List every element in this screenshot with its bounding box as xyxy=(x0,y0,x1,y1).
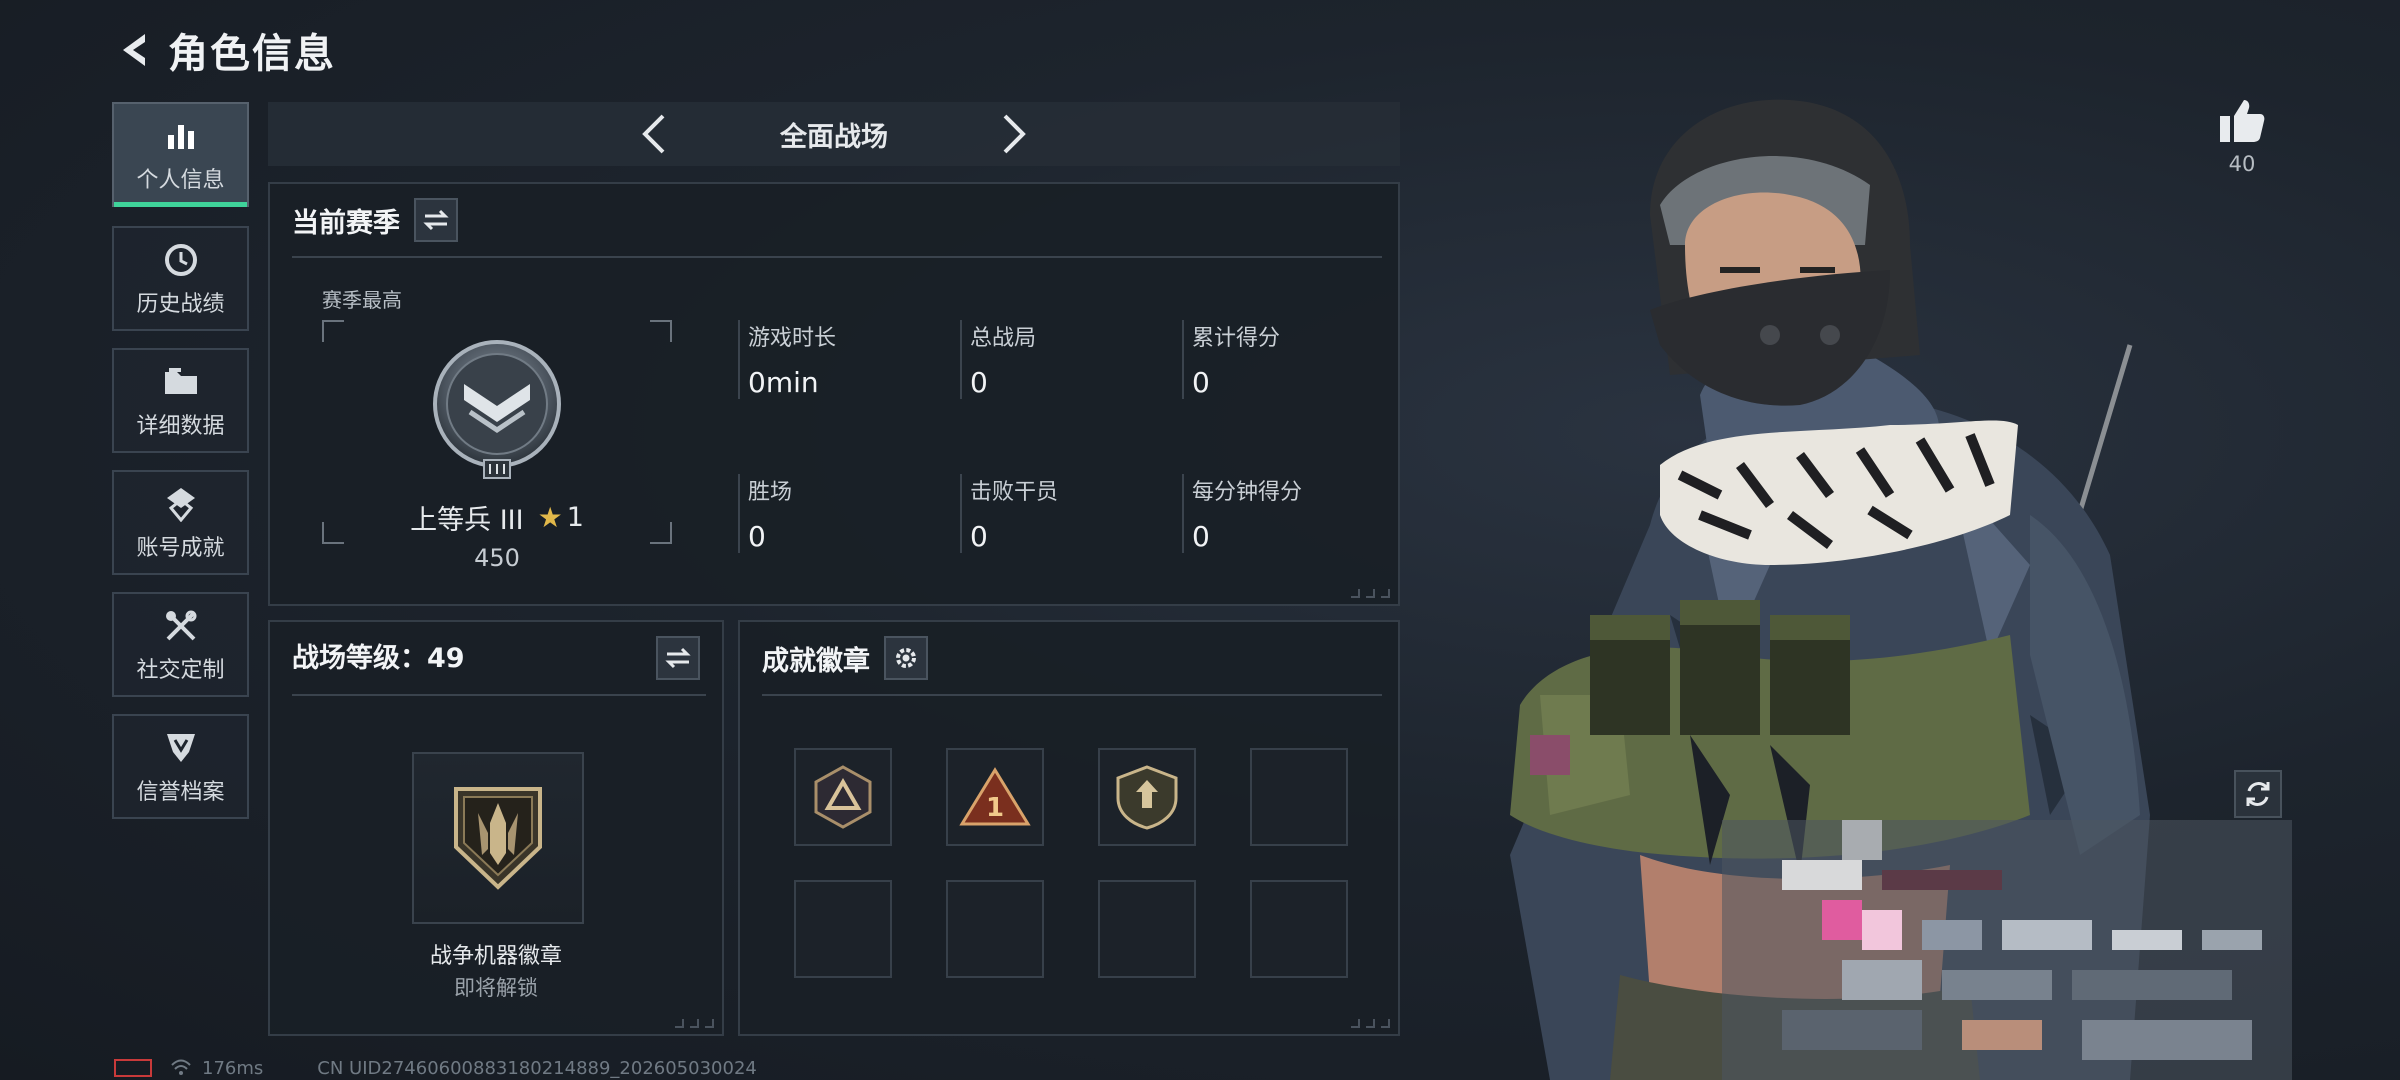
thumbs-up-icon[interactable] xyxy=(2218,98,2266,144)
status-footer: 176ms CN UID27460600883180214889_2026050… xyxy=(114,1056,757,1080)
like-count: 40 xyxy=(2228,152,2256,176)
gear-icon xyxy=(896,648,916,668)
bar-chart-icon xyxy=(161,116,201,156)
stat-score-per-minute: 每分钟得分 0 xyxy=(1182,474,1382,553)
rank-box: 上等兵 III ★ 1 xyxy=(322,320,672,544)
sidebar-item-social[interactable]: 社交定制 xyxy=(112,592,249,697)
war-machine-badge-card[interactable] xyxy=(412,752,584,924)
page-title: 角色信息 xyxy=(168,31,336,77)
war-machine-badge-icon xyxy=(454,787,542,890)
next-mode-button[interactable] xyxy=(984,104,1044,164)
swap-icon xyxy=(423,209,449,231)
stat-play-time: 游戏时长 0min xyxy=(738,320,938,399)
sidebar-item-label: 个人信息 xyxy=(136,167,225,193)
sidebar-item-label: 信誉档案 xyxy=(136,779,225,805)
sidebar-item-label: 社交定制 xyxy=(136,657,225,683)
sidebar-item-label: 详细数据 xyxy=(136,413,225,439)
badge-name: 战争机器徽章 xyxy=(429,944,562,969)
star-icon: ★ xyxy=(537,501,563,534)
rank-star-count: 1 xyxy=(566,502,584,533)
badge-number-one-icon: 1 xyxy=(959,767,1031,826)
level-switch-button[interactable] xyxy=(656,636,700,680)
pixelated-overlay xyxy=(1722,820,2292,1080)
achievement-slot-empty[interactable] xyxy=(946,880,1044,978)
badge-triangle-icon xyxy=(814,765,872,829)
sidebar-item-history[interactable]: 历史战绩 xyxy=(112,226,249,331)
stat-total-score: 累计得分 0 xyxy=(1182,320,1382,399)
svg-text:1: 1 xyxy=(986,793,1004,823)
folder-icon xyxy=(161,362,201,402)
mode-switcher: 全面战场 xyxy=(268,102,1400,166)
badge-status: 即将解锁 xyxy=(454,976,538,1000)
divider xyxy=(292,694,706,696)
history-clock-icon xyxy=(161,240,201,280)
tools-icon xyxy=(161,606,201,646)
refresh-icon xyxy=(2246,782,2270,806)
rank-name: 上等兵 III xyxy=(410,505,524,536)
achievement-slot[interactable] xyxy=(794,748,892,846)
uid-text: CN UID27460600883180214889_202605030024 xyxy=(317,1057,757,1079)
chevron-right-icon xyxy=(1003,114,1026,154)
achievement-slot[interactable]: 1 xyxy=(946,748,1044,846)
rotate-view-button[interactable] xyxy=(2234,770,2282,818)
swap-icon xyxy=(665,647,691,669)
like-group: 40 xyxy=(2212,98,2272,176)
badge-shield-icon xyxy=(1116,765,1178,830)
season-switch-button[interactable] xyxy=(414,198,458,242)
header: 角色信息 xyxy=(110,20,336,80)
sidebar-item-label: 账号成就 xyxy=(136,535,225,561)
achievement-slot-empty[interactable] xyxy=(1098,880,1196,978)
achievement-icon xyxy=(161,484,201,524)
rank-emblem-icon xyxy=(433,340,561,479)
sidebar-item-personal-info[interactable]: 个人信息 xyxy=(112,102,249,207)
rank-score: 450 xyxy=(474,544,520,572)
achievements-settings-button[interactable] xyxy=(884,636,928,680)
mode-title: 全面战场 xyxy=(780,121,888,153)
sidebar-item-detail-data[interactable]: 详细数据 xyxy=(112,348,249,453)
shield-icon xyxy=(161,728,201,768)
back-arrow-icon xyxy=(123,34,145,66)
achievement-slot[interactable] xyxy=(1098,748,1196,846)
stat-wins: 胜场 0 xyxy=(738,474,938,553)
achievements-title: 成就徽章 xyxy=(762,645,870,677)
wifi-icon xyxy=(171,1059,191,1075)
sidebar-item-reputation[interactable]: 信誉档案 xyxy=(112,714,249,819)
rank-name-row: 上等兵 III ★ 1 xyxy=(322,498,672,537)
achievement-badges-panel: 成就徽章 1 xyxy=(738,620,1400,1036)
sidebar-item-label: 历史战绩 xyxy=(136,291,225,317)
ping-value: 176ms xyxy=(202,1057,264,1079)
level-title: 战场等级：49 xyxy=(292,643,465,674)
season-panel: 当前赛季 赛季最高 上等兵 III ★ 1 450 游戏时长 0min 总战局 0 xyxy=(268,182,1400,606)
season-best-label: 赛季最高 xyxy=(322,288,402,312)
back-button[interactable] xyxy=(110,25,160,75)
achievement-slot-empty[interactable] xyxy=(1250,748,1348,846)
battlefield-level-panel: 战场等级：49 战争机器徽章 即将解锁 xyxy=(268,620,724,1036)
divider xyxy=(762,694,1382,696)
stat-total-matches: 总战局 0 xyxy=(960,320,1160,399)
sidebar-item-achievements[interactable]: 账号成就 xyxy=(112,470,249,575)
divider xyxy=(292,256,1382,258)
season-title: 当前赛季 xyxy=(292,207,400,239)
achievement-slot-empty[interactable] xyxy=(794,880,892,978)
prev-mode-button[interactable] xyxy=(624,104,684,164)
battery-icon xyxy=(114,1059,152,1077)
stat-kills: 击败干员 0 xyxy=(960,474,1160,553)
chevron-left-icon xyxy=(642,114,665,154)
achievement-slot-empty[interactable] xyxy=(1250,880,1348,978)
